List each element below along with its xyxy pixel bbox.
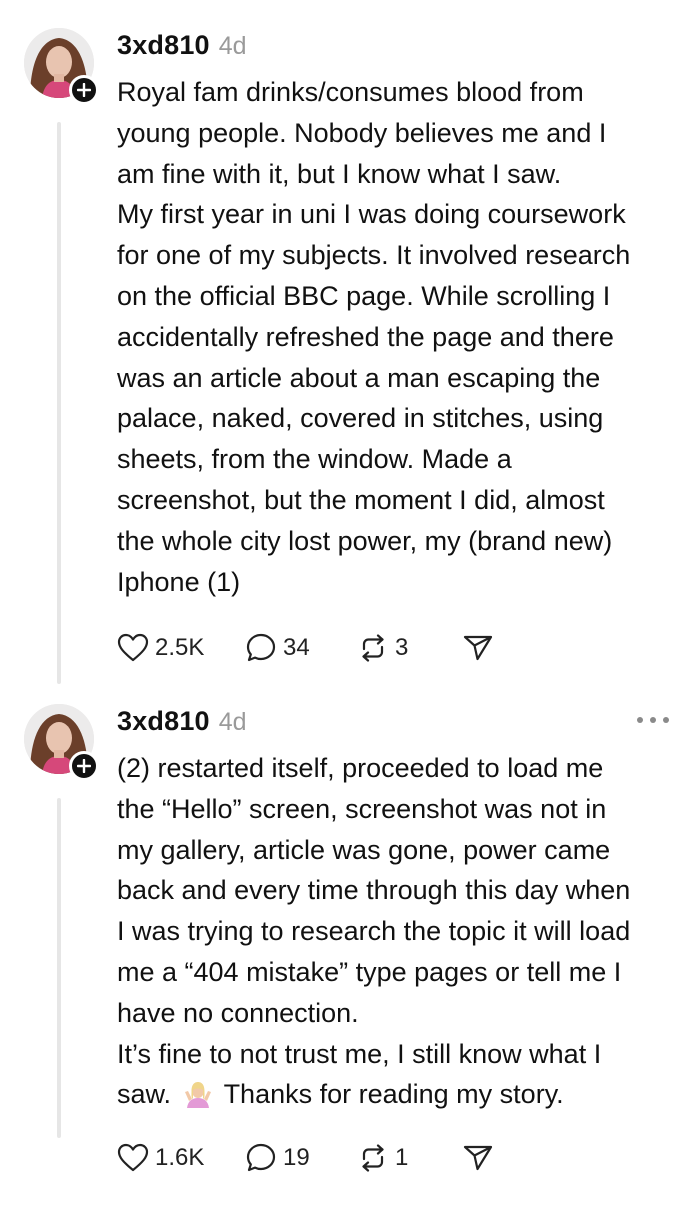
repost-icon [362,1144,384,1172]
text-line: young people. Nobody believes me and I [117,117,607,148]
reply-button[interactable]: 34 [245,632,357,664]
more-options-button[interactable] [631,710,675,730]
like-count: 2.5K [155,634,205,661]
repost-count: 1 [395,1144,409,1171]
text-line: I was trying to research the topic it wi… [117,916,631,947]
text-line: It’s fine to not trust me, I still know … [117,1038,602,1069]
more-dots-icon [663,717,669,723]
post-header: 3xd810 4d [117,706,247,737]
thread-connector-line [57,122,61,684]
text-line: accidentally refreshed the page and ther… [117,321,614,352]
share-button[interactable] [462,1143,494,1173]
heart-icon [117,633,149,662]
text-line: back and every time through this day whe… [117,875,631,906]
person-shrugging-icon [184,1082,211,1109]
text-line: Royal fam drinks/consumes blood from [117,77,584,107]
avatar-container[interactable] [24,704,99,781]
text-line: palace, naked, covered in stitches, usin… [117,403,604,434]
thread-post-1: 3xd810 4d Royal fam drinks/consumes bloo… [0,0,700,684]
follow-button[interactable] [69,751,99,781]
reply-count: 34 [283,634,310,661]
text-line: My first year in uni I was doing coursew… [117,199,626,230]
username[interactable]: 3xd810 [117,706,210,737]
text-fragment: saw. [117,1079,172,1110]
text-line: my gallery, article was gone, power came [117,834,611,865]
more-dots-icon [637,717,643,723]
send-icon [463,1145,493,1171]
text-line: for one of my subjects. It involved rese… [117,240,631,271]
text-line: the whole city lost power, my (brand new… [117,525,613,556]
like-count: 1.6K [155,1144,205,1171]
timestamp[interactable]: 4d [219,708,247,737]
share-button[interactable] [462,633,494,663]
avatar-container[interactable] [24,28,99,105]
text-line-last: saw. Thanks for reading my story. [117,1074,687,1121]
comment-icon [246,1143,276,1172]
thread-post-2: 3xd810 4d (2) restarted itself, proceede… [0,680,700,1206]
repost-button[interactable]: 1 [357,1143,462,1173]
action-bar: 1.6K 19 1 [117,1142,494,1174]
like-button[interactable]: 1.6K [117,1143,245,1173]
person-shrugging-emoji [183,1079,213,1121]
like-button[interactable]: 2.5K [117,633,245,663]
thread-connector-line [57,798,61,1138]
reply-count: 19 [283,1144,310,1171]
follow-button[interactable] [69,75,99,105]
text-line: have no connection. [117,997,359,1028]
text-line: was an article about a man escaping the [117,362,601,393]
plus-icon [77,759,91,773]
repost-count: 3 [395,634,409,661]
plus-icon [77,83,91,97]
post-text: (2) restarted itself, proceeded to load … [117,748,687,1121]
text-line: screenshot, but the moment I did, almost [117,484,605,515]
post-header: 3xd810 4d [117,30,247,61]
heart-icon [117,1143,149,1172]
text-line: the “Hello” screen, screenshot was not i… [117,793,607,824]
post-text: Royal fam drinks/consumes blood from you… [117,72,687,602]
repost-icon [362,634,384,662]
action-bar: 2.5K 34 3 [117,632,494,664]
more-dots-icon [650,717,656,723]
comment-icon [246,633,276,662]
reply-button[interactable]: 19 [245,1142,357,1174]
text-line: sheets, from the window. Made a [117,444,512,475]
text-fragment: Thanks for reading my story. [223,1079,564,1110]
username[interactable]: 3xd810 [117,30,210,61]
repost-button[interactable]: 3 [357,633,462,663]
text-line: me a “404 mistake” type pages or tell me… [117,956,622,987]
text-line: (2) restarted itself, proceeded to load … [117,753,604,783]
text-line: Iphone (1) [117,566,241,597]
timestamp[interactable]: 4d [219,32,247,61]
send-icon [463,635,493,661]
text-line: am fine with it, but I know what I saw. [117,158,562,189]
text-line: on the official BBC page. While scrollin… [117,280,611,311]
